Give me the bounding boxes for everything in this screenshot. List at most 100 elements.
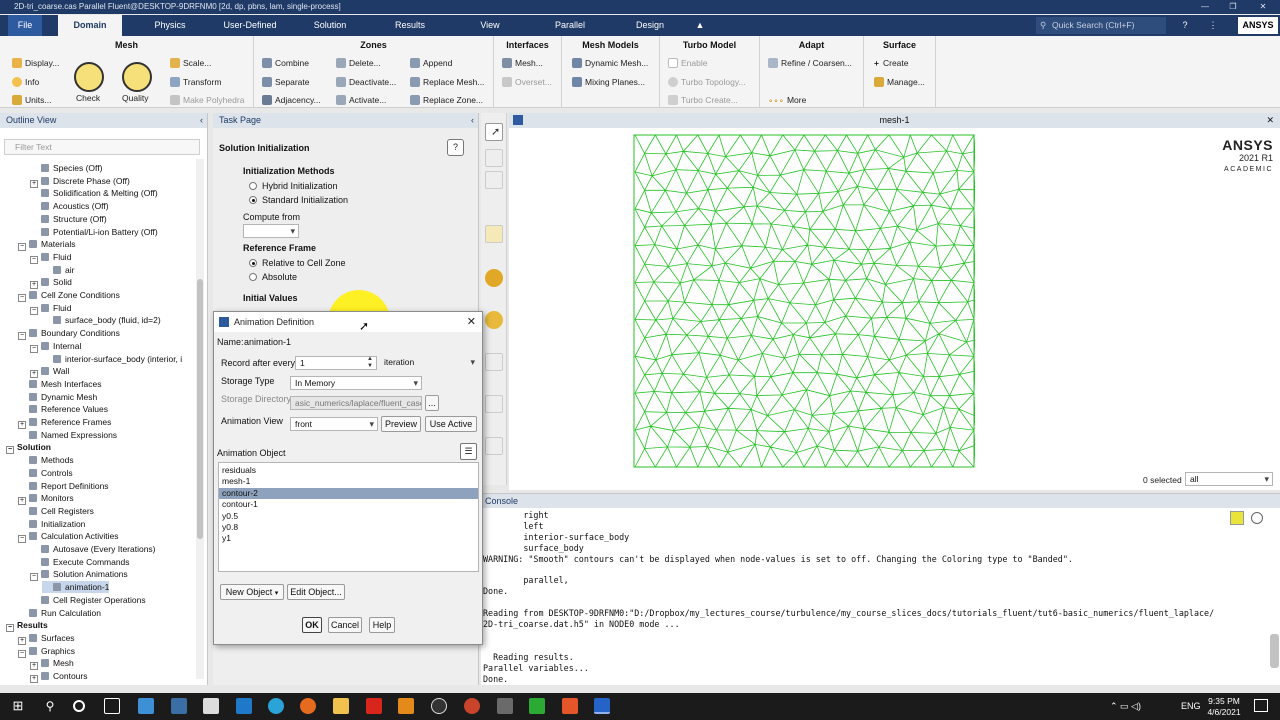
animation-object-item[interactable]: mesh-1 (219, 476, 478, 487)
tree-item[interactable]: animation-1 (42, 581, 110, 594)
tab-domain[interactable]: Domain (58, 15, 122, 36)
help-button[interactable]: Help (369, 617, 395, 633)
collapse-icon[interactable]: − (18, 294, 26, 302)
transform-button[interactable]: Transform (170, 76, 221, 88)
use-active-button[interactable]: Use Active (425, 416, 477, 432)
highlight-icon[interactable] (1230, 511, 1244, 525)
tree-item[interactable]: + Discrete Phase (Off) (30, 175, 130, 188)
tree-item[interactable]: air (42, 264, 74, 276)
tree-item[interactable]: Named Expressions (18, 429, 117, 441)
dynamic-mesh-button[interactable]: Dynamic Mesh... (572, 57, 648, 69)
mesh-display[interactable] (633, 134, 975, 468)
collapse-icon[interactable]: − (30, 255, 38, 264)
tree-item[interactable]: − Results (6, 619, 48, 633)
collapse-icon[interactable]: − (18, 649, 26, 658)
separate-button[interactable]: Separate (262, 76, 310, 88)
close-dialog-icon[interactable]: ✕ (467, 312, 476, 332)
new-object-button[interactable]: New Object ▾ (220, 584, 284, 600)
tree-item[interactable]: Report Definitions (18, 480, 109, 492)
preview-button[interactable]: Preview (381, 416, 421, 432)
cortana-icon[interactable] (73, 700, 85, 712)
tray-icons[interactable]: ⌃ ▭ ◁) (1110, 701, 1141, 712)
record-unit-select[interactable]: iteration (380, 356, 478, 370)
tree-item[interactable]: Solidification & Melting (Off) (30, 187, 158, 199)
make-polyhedra-button[interactable]: Make Polyhedra (170, 94, 244, 106)
absolute-radio[interactable]: Absolute (249, 272, 297, 282)
display-button[interactable]: Display... (12, 57, 59, 69)
windows-start-icon[interactable]: ⊞ (10, 698, 26, 714)
turbo-create-button[interactable]: Turbo Create... (668, 94, 738, 106)
tree-item[interactable]: Reference Values (18, 403, 108, 415)
quality-icon[interactable] (122, 62, 152, 92)
tree-item[interactable]: + Surfaces (18, 632, 75, 645)
tree-item[interactable]: Mesh Interfaces (18, 378, 101, 390)
clear-icon[interactable] (1251, 512, 1263, 524)
calculator-icon[interactable] (138, 698, 154, 714)
tree-item[interactable]: + Monitors (18, 492, 74, 506)
tree-item[interactable]: − Solution (6, 441, 51, 455)
tree-item[interactable]: Autosave (Every Iterations) (30, 543, 156, 555)
outline-scrollbar[interactable] (196, 159, 204, 679)
minimize-button[interactable]: — (1190, 0, 1220, 14)
help-icon[interactable]: ? (1176, 15, 1194, 36)
tree-item[interactable]: + Contours (30, 670, 88, 683)
hybrid-init-radio[interactable]: Hybrid Initialization (249, 181, 338, 191)
tree-item[interactable]: + Wall (30, 365, 69, 379)
fluent-taskbar-icon[interactable] (594, 698, 610, 714)
fit-icon[interactable] (485, 311, 503, 329)
edge-icon[interactable] (268, 698, 284, 714)
collapse-icon[interactable]: − (18, 243, 26, 252)
tree-item[interactable]: − Boundary Conditions (18, 327, 120, 341)
storage-type-select[interactable]: In Memory (290, 376, 422, 390)
animation-object-item[interactable]: y0.8 (219, 522, 478, 533)
sublime-icon[interactable] (398, 698, 414, 714)
quality-button[interactable]: Quality (122, 92, 148, 104)
storage-dir-input[interactable]: asic_numerics/laplace/fluent_case (290, 396, 422, 410)
collapse-icon[interactable]: − (18, 535, 26, 544)
selection-filter-select[interactable]: all (1185, 472, 1273, 486)
close-window-button[interactable]: ✕ (1248, 0, 1278, 14)
turbo-enable-checkbox[interactable]: Enable (668, 57, 707, 69)
tab-parallel[interactable]: Parallel (540, 15, 600, 36)
store-icon[interactable] (203, 698, 219, 714)
acrobat-icon[interactable] (366, 698, 382, 714)
tree-item[interactable]: + Reference Frames (18, 416, 111, 429)
tree-item[interactable]: − Solution Animations (30, 568, 128, 582)
combine-button[interactable]: Combine (262, 57, 309, 69)
tree-item[interactable]: − Cell Zone Conditions (18, 289, 120, 302)
animation-object-item[interactable]: contour-2 (219, 487, 478, 499)
tree-item[interactable]: Structure (Off) (30, 213, 107, 225)
tree-item[interactable]: Species (Off) (30, 162, 102, 174)
pan-icon[interactable] (485, 171, 503, 189)
maps-icon[interactable] (431, 698, 447, 714)
animation-view-select[interactable]: front (290, 417, 378, 431)
compute-from-select[interactable] (243, 224, 299, 238)
interfaces-mesh-button[interactable]: Mesh... (502, 57, 543, 69)
info-button[interactable]: Info (12, 76, 39, 88)
animation-object-item[interactable]: y0.5 (219, 511, 478, 522)
outline-scroll-thumb[interactable] (197, 279, 203, 539)
app-icon[interactable] (497, 698, 513, 714)
surface-create-button[interactable]: + Create (874, 57, 908, 69)
append-button[interactable]: Append (410, 57, 452, 69)
collapse-task-icon[interactable]: ‹ (471, 113, 474, 128)
relative-radio[interactable]: Relative to Cell Zone (249, 258, 346, 268)
delete-button[interactable]: Delete... (336, 57, 381, 69)
record-spinner-icon[interactable]: ▲ ▼ (367, 356, 373, 370)
deactivate-button[interactable]: Deactivate... (336, 76, 396, 88)
collapse-icon[interactable]: − (6, 446, 14, 455)
animation-object-item[interactable]: y1 (219, 533, 478, 544)
activate-button[interactable]: Activate... (336, 94, 386, 106)
mail-icon[interactable] (236, 698, 252, 714)
collapse-icon[interactable]: − (30, 344, 38, 353)
tree-item[interactable]: surface_body (fluid, id=2) (42, 314, 161, 326)
collapse-icon[interactable]: − (18, 332, 26, 341)
view-icon[interactable] (485, 269, 503, 287)
replace-mesh-button[interactable]: Replace Mesh... (410, 76, 484, 88)
turbo-topology-button[interactable]: Turbo Topology... (668, 76, 746, 88)
eye-icon[interactable] (485, 437, 503, 455)
tree-item[interactable]: − Materials (18, 238, 75, 252)
tree-item[interactable]: Cell Register Operations (30, 594, 146, 606)
surface-manage-button[interactable]: Manage... (874, 76, 925, 88)
scale-button[interactable]: Scale... (170, 57, 211, 69)
